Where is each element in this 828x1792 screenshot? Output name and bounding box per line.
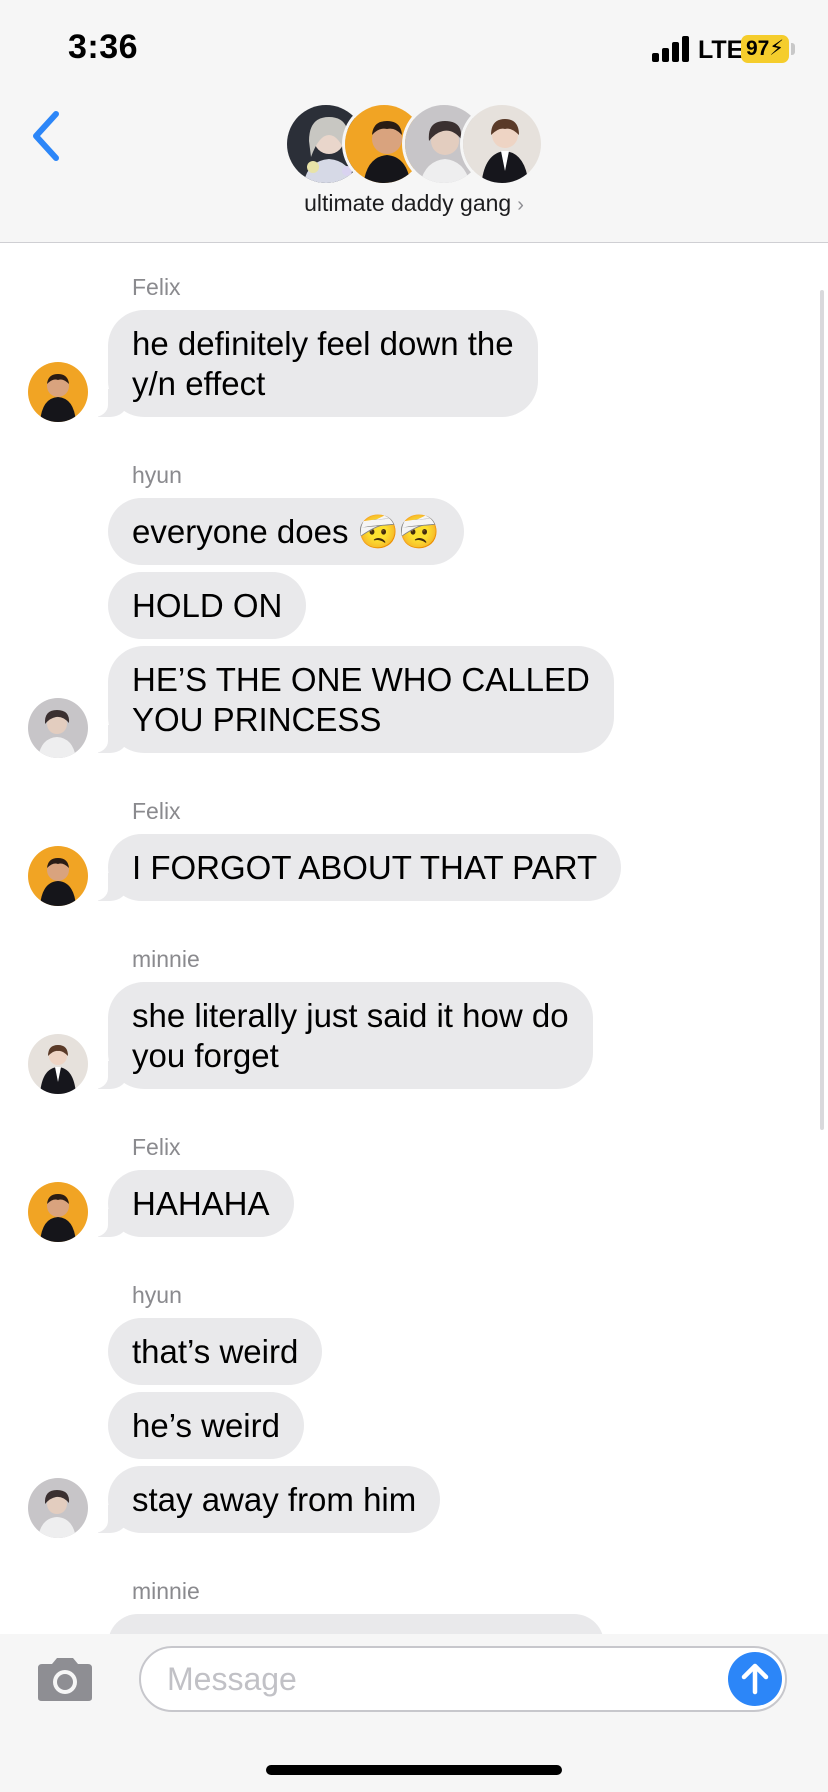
arrow-up-icon [741,1663,769,1695]
sender-name: Felix [132,798,181,824]
group-name-button[interactable]: ultimate daddy gang › [0,190,828,217]
back-button[interactable] [26,108,70,164]
chevron-right-icon: › [517,194,524,216]
message-text: HE’S THE ONE WHO CALLED [132,661,590,698]
avatar[interactable] [28,846,88,906]
group-name: ultimate daddy gang [304,190,512,216]
camera-icon [38,1658,92,1701]
scrollbar[interactable] [820,290,824,1130]
battery-level: 97 [745,37,770,60]
avatar[interactable] [28,698,88,758]
message-bubble[interactable]: HE’S THE ONE WHO CALLED YOU PRINCESS [84,646,614,753]
sender-name: minnie [132,946,200,972]
message-bubble[interactable]: HAHAHA [84,1170,294,1237]
group-member-avatar [460,102,544,186]
sender-name: hyun [132,462,182,488]
sender-name: Felix [132,274,181,300]
hyun-avatar-icon [28,698,88,758]
message-bubble[interactable]: I FORGOT ABOUT THAT PART [83,834,622,901]
minnie-avatar-icon [28,1034,88,1094]
message-text: stay away from him [132,1481,417,1518]
message-bubble[interactable]: everyone does 🤕🤕 [108,498,464,565]
home-indicator[interactable] [266,1765,562,1775]
hyun-avatar-icon [28,1478,88,1538]
send-button[interactable] [728,1652,782,1706]
felix-avatar-icon [28,1182,88,1242]
message-text: that’s weird [132,1333,299,1370]
group-avatar-stack[interactable] [284,102,546,186]
message-text: HAHAHA [132,1185,270,1222]
conversation-header: 3:36 LTE 97⚡ ultimate daddy gang › [0,0,828,243]
message-bubble[interactable]: he’s weird [108,1392,304,1459]
message-text: YOU PRINCESS [132,701,382,738]
sender-name: Felix [132,1134,181,1160]
message-text: everyone does 🤕🤕 [132,513,440,550]
message-bubble[interactable]: HOLD ON [108,572,307,639]
message-bubble[interactable]: she literally just said it how do you fo… [84,982,593,1089]
message-text: she literally just said it how do [132,997,569,1034]
sender-name: hyun [132,1282,182,1308]
message-input[interactable] [167,1648,687,1710]
avatar[interactable] [28,362,88,422]
network-type: LTE [698,36,744,64]
sender-name: minnie [132,1578,200,1604]
avatar[interactable] [28,1182,88,1242]
message-text: you forget [132,1037,279,1074]
signal-icon [652,36,692,62]
battery-tip [791,43,795,55]
camera-button[interactable] [34,1656,96,1702]
message-text: I FORGOT ABOUT THAT PART [132,849,598,886]
message-text: y/n effect [132,365,266,402]
message-text: HOLD ON [132,587,283,624]
status-time: 3:36 [68,28,139,66]
battery-icon: 97⚡ [741,35,789,63]
felix-avatar-icon [28,846,88,906]
message-bubble[interactable]: he definitely feel down the y/n effect [84,310,538,417]
avatar[interactable] [28,1478,88,1538]
message-bubble[interactable]: that’s weird [108,1318,323,1385]
message-text: he definitely feel down the [132,325,514,362]
avatar[interactable] [28,1034,88,1094]
message-bubble[interactable]: stay away from him [83,1466,441,1533]
message-text: he’s weird [132,1407,280,1444]
felix-avatar-icon [28,362,88,422]
chevron-left-icon [33,111,59,161]
message-field[interactable] [139,1646,787,1712]
